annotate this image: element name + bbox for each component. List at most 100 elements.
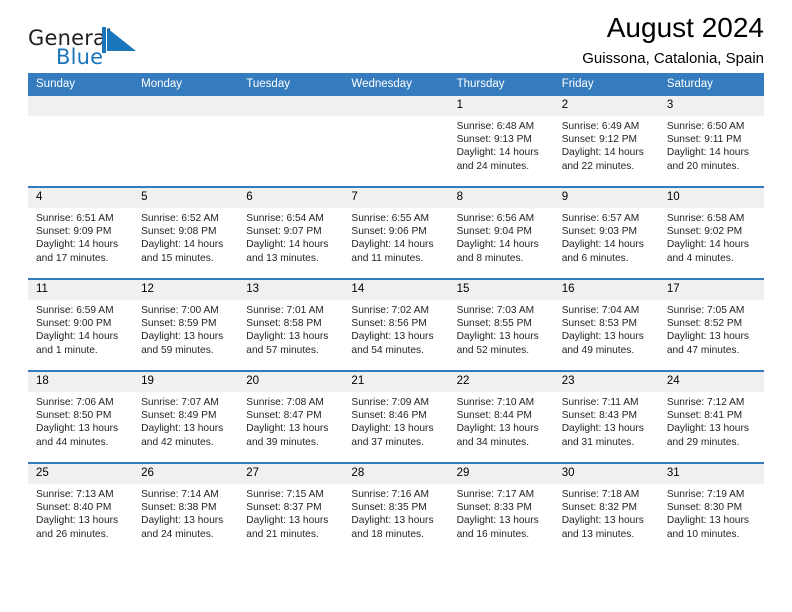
calendar-day-cell[interactable]: 16 Sunrise: 7:04 AM Sunset: 8:53 PM Dayligh… — [553, 278, 659, 371]
day-number: 24 — [658, 372, 764, 392]
calendar-day-cell[interactable]: 19 Sunrise: 7:07 AM Sunset: 8:49 PM Dayligh… — [133, 370, 239, 463]
daylight-text: Daylight: 14 hours and 11 minutes. — [351, 239, 434, 264]
sunrise-text: Sunrise: 7:19 AM — [666, 488, 745, 500]
page-header: General Blue August 2024 Guissona, Catal… — [28, 0, 764, 73]
day-number: 21 — [343, 372, 449, 392]
calendar-day-cell[interactable]: 8 Sunrise: 6:56 AM Sunset: 9:04 PM Daylight… — [448, 186, 554, 279]
weekday-header-monday: Monday — [133, 73, 239, 96]
day-number: 12 — [133, 280, 239, 300]
daylight-text: Daylight: 13 hours and 26 minutes. — [36, 515, 119, 540]
day-number: 19 — [133, 372, 239, 392]
day-number: 28 — [343, 464, 449, 484]
calendar-day-cell[interactable]: 26 Sunrise: 7:14 AM Sunset: 8:38 PM Dayligh… — [133, 462, 239, 554]
sunrise-text: Sunrise: 6:49 AM — [561, 120, 640, 132]
calendar-day-cell[interactable]: 21 Sunrise: 7:09 AM Sunset: 8:46 PM Dayligh… — [343, 370, 449, 463]
day-number: 11 — [28, 280, 134, 300]
sunset-text: Sunset: 9:11 PM — [666, 134, 742, 146]
day-details: Sunrise: 6:51 AM Sunset: 9:09 PM Daylight:… — [28, 208, 133, 266]
sunset-text: Sunset: 8:33 PM — [456, 502, 532, 514]
sunset-text: Sunset: 8:43 PM — [561, 410, 638, 422]
sunset-text: Sunset: 9:09 PM — [36, 226, 112, 238]
calendar-day-cell[interactable]: 31 Sunrise: 7:19 AM Sunset: 8:30 PM Dayligh… — [658, 462, 764, 554]
calendar-day-cell[interactable]: 15 Sunrise: 7:03 AM Sunset: 8:55 PM Dayligh… — [448, 278, 554, 371]
day-number — [28, 96, 134, 116]
sunrise-text: Sunrise: 6:58 AM — [666, 212, 745, 224]
sunrise-text: Sunrise: 7:15 AM — [246, 488, 324, 500]
day-details: Sunrise: 7:13 AM Sunset: 8:40 PM Daylight:… — [28, 484, 133, 542]
calendar-day-cell[interactable]: 28 Sunrise: 7:16 AM Sunset: 8:35 PM Dayligh… — [343, 462, 449, 554]
calendar-day-cell-empty — [343, 96, 449, 187]
day-details: Sunrise: 7:18 AM Sunset: 8:32 PM Daylight:… — [554, 484, 659, 542]
calendar-day-cell[interactable]: 20 Sunrise: 7:08 AM Sunset: 8:47 PM Dayligh… — [238, 370, 344, 463]
daylight-text: Daylight: 13 hours and 59 minutes. — [141, 331, 224, 356]
day-number: 22 — [448, 372, 554, 392]
day-details: Sunrise: 7:06 AM Sunset: 8:50 PM Daylight:… — [28, 392, 133, 450]
sunrise-text: Sunrise: 6:51 AM — [36, 212, 114, 224]
calendar-week-row: 11 Sunrise: 6:59 AM Sunset: 9:00 PM Dayligh… — [28, 278, 764, 371]
day-details: Sunrise: 7:01 AM Sunset: 8:58 PM Daylight:… — [238, 300, 343, 358]
calendar-day-cell[interactable]: 30 Sunrise: 7:18 AM Sunset: 8:32 PM Dayligh… — [553, 462, 659, 554]
day-number: 16 — [553, 280, 659, 300]
day-details: Sunrise: 7:16 AM Sunset: 8:35 PM Daylight:… — [343, 484, 448, 542]
calendar-day-cell[interactable]: 5 Sunrise: 6:52 AM Sunset: 9:08 PM Daylight… — [133, 186, 239, 279]
calendar-day-cell[interactable]: 22 Sunrise: 7:10 AM Sunset: 8:44 PM Dayligh… — [448, 370, 554, 463]
daylight-text: Daylight: 13 hours and 10 minutes. — [666, 515, 749, 540]
sunset-text: Sunset: 8:52 PM — [666, 318, 743, 330]
calendar-day-cell[interactable]: 18 Sunrise: 7:06 AM Sunset: 8:50 PM Dayligh… — [28, 370, 134, 463]
calendar-day-cell[interactable]: 24 Sunrise: 7:12 AM Sunset: 8:41 PM Dayligh… — [658, 370, 764, 463]
day-number — [133, 96, 239, 116]
calendar-day-cell[interactable]: 11 Sunrise: 6:59 AM Sunset: 9:00 PM Dayligh… — [28, 278, 134, 371]
day-number: 23 — [553, 372, 659, 392]
sunrise-text: Sunrise: 6:50 AM — [666, 120, 745, 132]
day-details: Sunrise: 6:54 AM Sunset: 9:07 PM Daylight:… — [238, 208, 343, 266]
sunset-text: Sunset: 9:07 PM — [246, 226, 322, 238]
sunset-text: Sunset: 8:32 PM — [561, 502, 638, 514]
daylight-text: Daylight: 13 hours and 21 minutes. — [246, 515, 329, 540]
day-number: 31 — [658, 464, 764, 484]
calendar-day-cell[interactable]: 9 Sunrise: 6:57 AM Sunset: 9:03 PM Daylight… — [553, 186, 659, 279]
sunrise-text: Sunrise: 7:02 AM — [351, 304, 430, 316]
sunrise-text: Sunrise: 7:01 AM — [246, 304, 324, 316]
calendar-day-cell[interactable]: 25 Sunrise: 7:13 AM Sunset: 8:40 PM Dayligh… — [28, 462, 134, 554]
day-number: 9 — [553, 188, 659, 208]
calendar-day-cell[interactable]: 4 Sunrise: 6:51 AM Sunset: 9:09 PM Daylight… — [28, 186, 134, 279]
sunset-text: Sunset: 8:37 PM — [246, 502, 322, 514]
daylight-text: Daylight: 13 hours and 34 minutes. — [456, 423, 539, 448]
day-number: 14 — [343, 280, 449, 300]
daylight-text: Daylight: 13 hours and 42 minutes. — [141, 423, 224, 448]
day-details: Sunrise: 6:50 AM Sunset: 9:11 PM Daylight:… — [659, 116, 764, 174]
sunrise-text: Sunrise: 7:13 AM — [36, 488, 114, 500]
calendar-week-row: 18 Sunrise: 7:06 AM Sunset: 8:50 PM Dayligh… — [28, 370, 764, 463]
calendar-day-cell[interactable]: 1 Sunrise: 6:48 AM Sunset: 9:13 PM Daylight… — [448, 96, 554, 187]
weekday-header-thursday: Thursday — [448, 73, 554, 96]
calendar-day-cell[interactable]: 23 Sunrise: 7:11 AM Sunset: 8:43 PM Dayligh… — [553, 370, 659, 463]
calendar-day-cell[interactable]: 29 Sunrise: 7:17 AM Sunset: 8:33 PM Dayligh… — [448, 462, 554, 554]
sunset-text: Sunset: 8:47 PM — [246, 410, 322, 422]
page-subtitle: Guissona, Catalonia, Spain — [582, 50, 764, 68]
calendar-day-cell[interactable]: 3 Sunrise: 6:50 AM Sunset: 9:11 PM Daylight… — [658, 96, 764, 187]
calendar-day-cell[interactable]: 6 Sunrise: 6:54 AM Sunset: 9:07 PM Daylight… — [238, 186, 344, 279]
brand-logo[interactable]: General Blue — [28, 26, 148, 72]
sunrise-text: Sunrise: 6:48 AM — [456, 120, 535, 132]
daylight-text: Daylight: 14 hours and 6 minutes. — [561, 239, 644, 264]
calendar-day-cell[interactable]: 27 Sunrise: 7:15 AM Sunset: 8:37 PM Dayligh… — [238, 462, 344, 554]
weekday-header-friday: Friday — [553, 73, 659, 96]
calendar-week-row: 1 Sunrise: 6:48 AM Sunset: 9:13 PM Daylight… — [28, 96, 764, 187]
calendar-day-cell[interactable]: 2 Sunrise: 6:49 AM Sunset: 9:12 PM Daylight… — [553, 96, 659, 187]
daylight-text: Daylight: 14 hours and 13 minutes. — [246, 239, 329, 264]
day-details: Sunrise: 7:03 AM Sunset: 8:55 PM Daylight:… — [449, 300, 554, 358]
sunset-text: Sunset: 9:00 PM — [36, 318, 112, 330]
calendar-day-cell[interactable]: 14 Sunrise: 7:02 AM Sunset: 8:56 PM Dayligh… — [343, 278, 449, 371]
sunset-text: Sunset: 9:12 PM — [561, 134, 638, 146]
sunset-text: Sunset: 8:55 PM — [456, 318, 532, 330]
day-details: Sunrise: 7:12 AM Sunset: 8:41 PM Daylight:… — [659, 392, 764, 450]
sunrise-text: Sunrise: 6:57 AM — [561, 212, 640, 224]
day-details: Sunrise: 6:48 AM Sunset: 9:13 PM Daylight:… — [449, 116, 554, 174]
day-number: 1 — [448, 96, 554, 116]
calendar-day-cell[interactable]: 10 Sunrise: 6:58 AM Sunset: 9:02 PM Dayligh… — [658, 186, 764, 279]
calendar-day-cell[interactable]: 17 Sunrise: 7:05 AM Sunset: 8:52 PM Dayligh… — [658, 278, 764, 371]
calendar-day-cell[interactable]: 7 Sunrise: 6:55 AM Sunset: 9:06 PM Daylight… — [343, 186, 449, 279]
calendar-day-cell[interactable]: 13 Sunrise: 7:01 AM Sunset: 8:58 PM Dayligh… — [238, 278, 344, 371]
day-number: 6 — [238, 188, 344, 208]
calendar-day-cell[interactable]: 12 Sunrise: 7:00 AM Sunset: 8:59 PM Dayligh… — [133, 278, 239, 371]
